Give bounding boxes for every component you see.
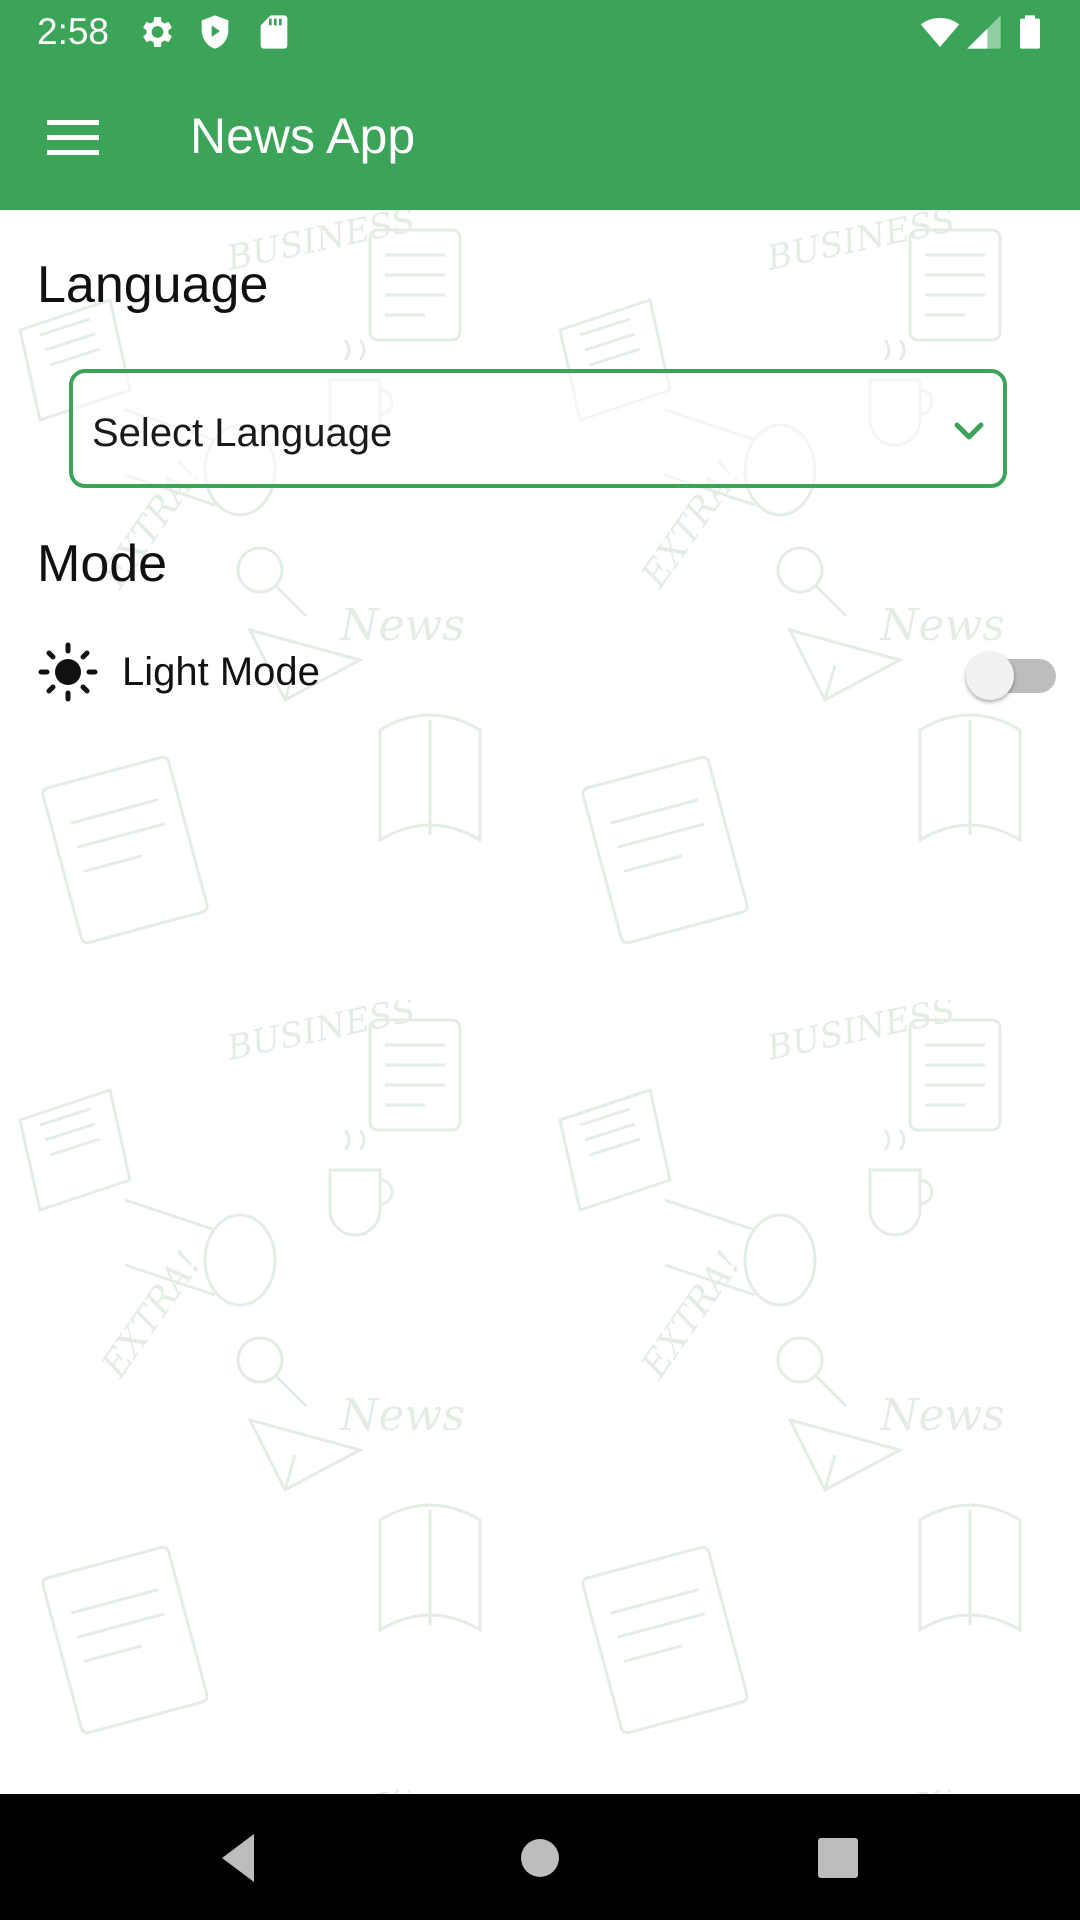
settings-icon xyxy=(143,17,172,47)
settings-content: News EXTRA! BUSINESS Language Select Lan… xyxy=(0,210,1080,1794)
sd-card-icon xyxy=(260,15,288,49)
status-bar: 2:58 xyxy=(0,0,1080,64)
shield-icon xyxy=(201,15,229,49)
sun-icon xyxy=(38,642,98,702)
chevron-down-icon xyxy=(954,422,984,440)
light-mode-row: Light Mode xyxy=(0,620,1080,724)
language-select[interactable]: Select Language xyxy=(69,369,1007,488)
app-bar: News App xyxy=(0,64,1080,210)
app-title: News App xyxy=(190,108,416,164)
recents-icon[interactable] xyxy=(806,1826,870,1890)
language-select-value: Select Language xyxy=(92,411,393,455)
navigation-bar xyxy=(0,1794,1080,1920)
language-section-title: Language xyxy=(37,256,269,314)
hamburger-menu-icon[interactable] xyxy=(40,104,106,170)
light-mode-label: Light Mode xyxy=(122,650,320,694)
screen: 2:58 News App Language Select Language M… xyxy=(0,0,1080,1920)
toggle-thumb xyxy=(966,652,1014,700)
mode-section-title: Mode xyxy=(37,535,168,593)
wifi-icon xyxy=(920,17,960,47)
home-icon[interactable] xyxy=(508,1826,572,1890)
status-time: 2:58 xyxy=(37,11,110,52)
light-mode-toggle[interactable] xyxy=(966,650,1056,700)
cell-signal-icon xyxy=(967,15,1001,49)
back-icon[interactable] xyxy=(208,1826,272,1890)
battery-icon xyxy=(1020,15,1040,49)
